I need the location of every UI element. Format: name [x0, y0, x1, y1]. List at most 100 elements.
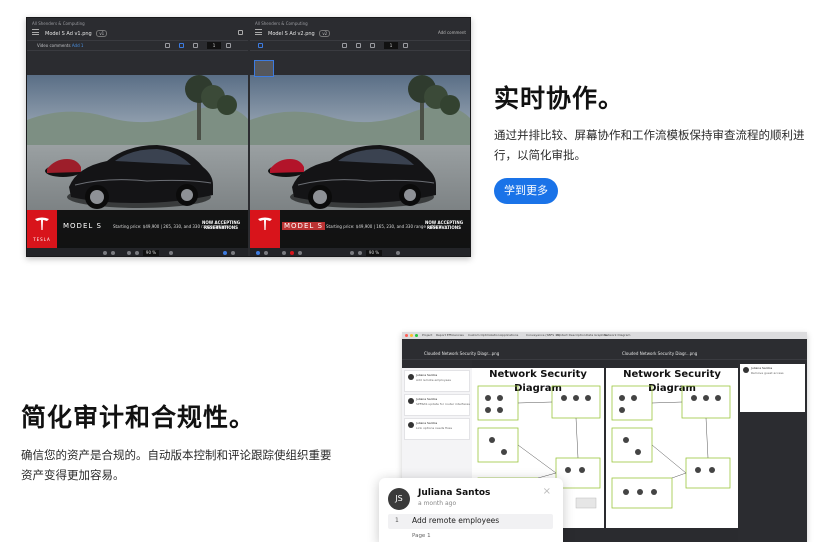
file-name: Clouded Network Security Diagr...png	[424, 351, 500, 356]
comment-author: Juliana Santos	[416, 373, 438, 377]
bottom-bar: 90 %	[250, 248, 470, 256]
compare-divider[interactable]	[604, 368, 606, 528]
page-input[interactable]: 1	[207, 42, 221, 49]
close-window-icon[interactable]	[405, 334, 408, 337]
comments-label: Video comments	[37, 43, 71, 48]
compare-pane-right: All Shenders & Computing Model S Ad v2.p…	[250, 18, 470, 256]
learn-more-button[interactable]: 学到更多	[494, 178, 558, 204]
zoom-out-icon[interactable]	[350, 251, 354, 255]
record-icon[interactable]	[290, 251, 294, 255]
avatar	[408, 374, 414, 380]
tesla-t-icon	[35, 217, 49, 230]
comment-text: Remove guest access	[751, 371, 784, 375]
next-page-icon[interactable]	[403, 43, 408, 48]
add-link[interactable]: Add 1	[72, 43, 84, 48]
comment-card[interactable]: Juliana Santos SPFRAS update for router …	[404, 394, 470, 416]
version-tag[interactable]: v2	[319, 30, 331, 37]
prev-page-icon[interactable]	[193, 43, 198, 48]
search-icon[interactable]	[179, 43, 184, 48]
menu-icon[interactable]	[255, 29, 262, 35]
file-header: Clouded Network Security Diagr...png Clo…	[402, 348, 807, 360]
feature-title-collaboration: 实时协作。	[494, 84, 625, 113]
comment-card[interactable]: Juliana Santos Link options needs fixes	[404, 418, 470, 440]
menu-item[interactable]: Conveyance (SBFS 18)	[526, 333, 560, 337]
breadcrumb-bar	[402, 339, 807, 348]
page-input[interactable]: 1	[384, 42, 398, 49]
zoom-level[interactable]: 90 %	[143, 250, 159, 256]
menu-icon[interactable]	[32, 29, 39, 35]
comment-timestamp: a month ago	[418, 500, 457, 507]
avatar	[408, 398, 414, 404]
sync-icon[interactable]	[258, 43, 263, 48]
comment-text: Link options needs fixes	[416, 426, 453, 430]
logo-wordmark: TESLA	[33, 237, 51, 242]
filter-bar	[402, 360, 472, 368]
comment-text: Add remote employees	[416, 378, 451, 382]
comment-card[interactable]: Juliana Santos Add remote employees	[404, 370, 470, 392]
version-thumbnail[interactable]	[254, 60, 274, 77]
lock-icon[interactable]	[238, 30, 243, 35]
comment-number: 1	[395, 517, 399, 524]
tesla-t-icon	[258, 217, 272, 230]
layout-icon[interactable]	[256, 251, 260, 255]
menu-item[interactable]: Contact Description	[556, 333, 586, 337]
comment-popup[interactable]: JS Juliana Santos a month ago × 1 Add re…	[379, 478, 563, 542]
toolbar: 1	[250, 40, 470, 51]
close-icon[interactable]: ×	[543, 486, 551, 497]
tagline: NOW ACCEPTING RESERVATIONS	[424, 220, 464, 230]
add-comment-button[interactable]: Add comment	[438, 30, 466, 35]
file-name-text: Model S Ad v1.png	[45, 31, 92, 37]
prev-page-icon[interactable]	[370, 43, 375, 48]
grid-icon[interactable]	[231, 251, 235, 255]
zoom-out-icon[interactable]	[127, 251, 131, 255]
zoom-level[interactable]: 90 %	[366, 250, 382, 256]
tesla-logo: TESLA	[27, 210, 57, 248]
menu-item[interactable]: Custom Optimization	[468, 333, 500, 337]
ad-image: MODEL S Starting price: $49,900 | 165, 2…	[250, 75, 470, 248]
maximize-window-icon[interactable]	[415, 334, 418, 337]
ad-banner: MODEL S Starting price: $49,900 | 165, 2…	[250, 210, 470, 248]
feature-description-collaboration: 通过并排比较、屏幕协作和工作流模板保持审查流程的顺利进行，以简化审批。	[494, 128, 805, 162]
comment-author: Juliana Santos	[751, 366, 773, 370]
compare-screenshot: All Shenders & Computing Model S Ad v1.p…	[26, 17, 471, 257]
hand-icon[interactable]	[111, 251, 115, 255]
file-name: Clouded Network Security Diagr...png	[622, 351, 698, 356]
breadcrumb: All Shenders & Computing	[255, 21, 308, 26]
tesla-logo	[250, 210, 280, 248]
menu-item[interactable]: Report Efficiencies	[436, 333, 464, 337]
compare-icon[interactable]	[342, 43, 347, 48]
menu-item[interactable]: Project	[422, 333, 432, 337]
search-icon[interactable]	[356, 43, 361, 48]
hand-icon[interactable]	[298, 251, 302, 255]
avatar	[743, 367, 749, 373]
layout-icon[interactable]	[223, 251, 227, 255]
comment-author: Juliana Santos	[418, 488, 491, 498]
menu-item[interactable]: Applications	[500, 333, 518, 337]
breadcrumb: All Shenders & Computing	[32, 21, 85, 26]
toolbar: Video comments Add 1 1	[27, 40, 248, 51]
file-name: Model S Ad v1.png v1	[45, 30, 108, 37]
comment-text: SPFRAS update for router interfaces	[416, 402, 470, 406]
comment-author: Juliana Santos	[416, 421, 438, 425]
next-page-icon[interactable]	[226, 43, 231, 48]
compare-icon[interactable]	[165, 43, 170, 48]
comment-card[interactable]: Juliana Santos Remove guest access	[740, 364, 805, 412]
minimize-window-icon[interactable]	[410, 334, 413, 337]
zoom-in-icon[interactable]	[135, 251, 139, 255]
zoom-in-icon[interactable]	[358, 251, 362, 255]
right-comments-panel: Juliana Santos Remove guest access	[738, 360, 807, 542]
grid-icon[interactable]	[264, 251, 268, 255]
version-tag[interactable]: v1	[96, 30, 108, 37]
pointer-icon[interactable]	[103, 251, 107, 255]
avatar: JS	[388, 488, 410, 510]
mac-menubar: Project Report Efficiencies Custom Optim…	[402, 332, 807, 339]
toolbar-text: Video comments Add 1	[37, 43, 83, 48]
page-label: Page 1	[412, 533, 431, 539]
ad-banner: TESLA MODEL S Starting price: $49,900 | …	[27, 210, 248, 248]
rotate-icon[interactable]	[396, 251, 400, 255]
menu-item[interactable]: Network Diagram	[604, 333, 630, 337]
feature-title-compliance: 简化审计和合规性。	[21, 403, 256, 432]
rotate-icon[interactable]	[169, 251, 173, 255]
compare-pane-left: All Shenders & Computing Model S Ad v1.p…	[27, 18, 248, 256]
pointer-icon[interactable]	[282, 251, 286, 255]
